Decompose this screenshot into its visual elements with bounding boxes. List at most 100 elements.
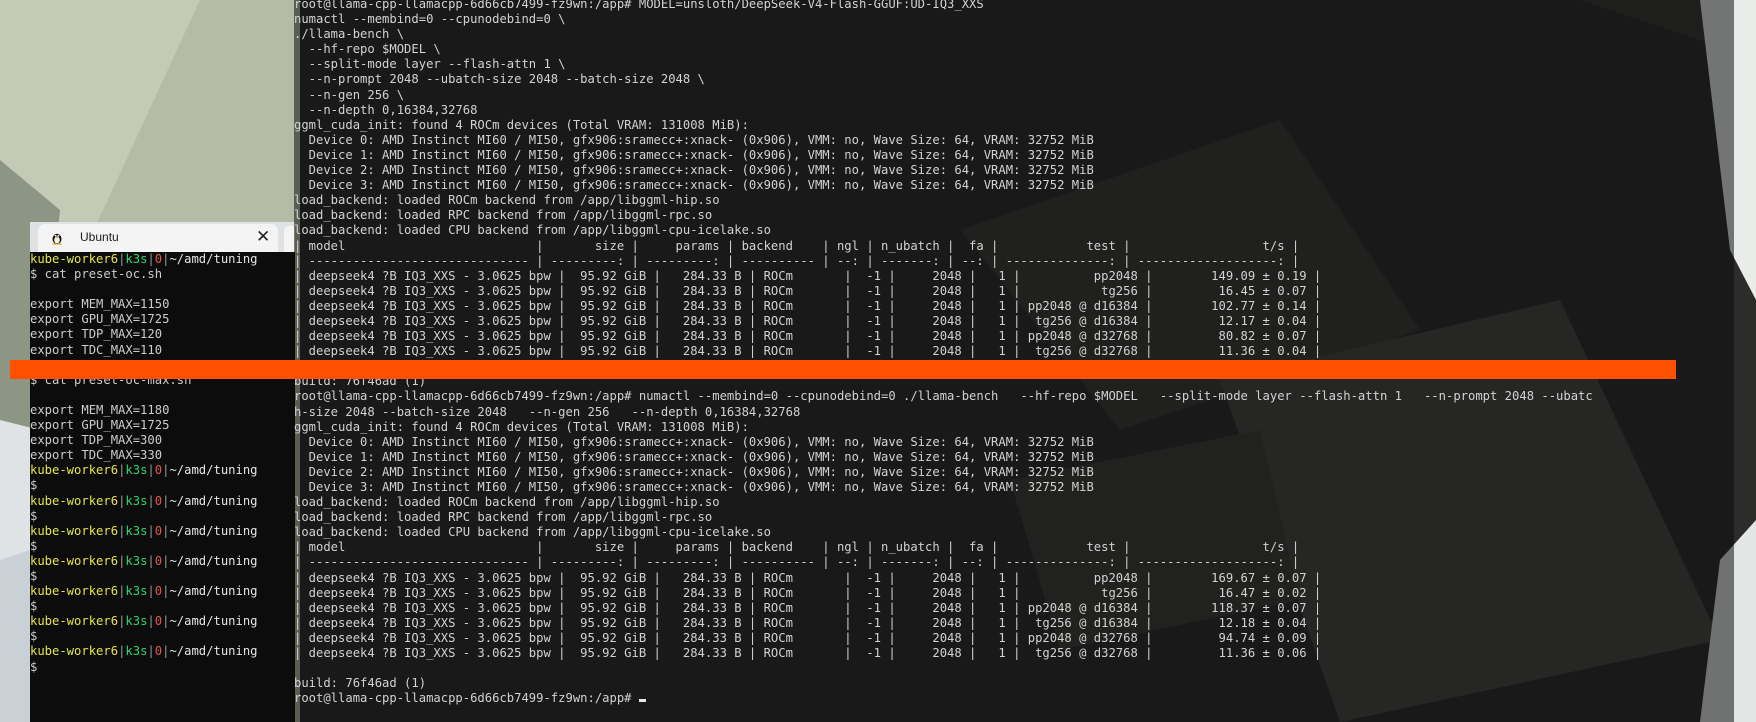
terminal-line: | deepseek4 ?B IQ3_XXS - 3.0625 bpw | 95… <box>294 631 1734 646</box>
prompt-k3s-context: k3s <box>125 584 148 599</box>
terminal-line-text: build: 76f46ad (1) <box>294 676 427 691</box>
terminal-line-text: | deepseek4 ?B IQ3_XXS - 3.0625 bpw | 95… <box>294 570 1322 585</box>
prompt-path: ~/amd/tuning <box>169 252 258 266</box>
terminal-line-text: | deepseek4 ?B IQ3_XXS - 3.0625 bpw | 95… <box>294 313 1322 328</box>
terminal-line: | deepseek4 ?B IQ3_XXS - 3.0625 bpw | 95… <box>294 299 1734 314</box>
terminal-line: $ <box>30 508 38 523</box>
terminal-line-text: Device 1: AMD Instinct MI60 / MI50, gfx9… <box>294 147 1094 162</box>
terminal-line-text: h-size 2048 --batch-size 2048 --n-gen 25… <box>294 404 801 419</box>
terminal-line: root@llama-cpp-llamacpp-6d66cb7499-fz9wn… <box>294 691 1734 706</box>
prompt-path: ~/amd/tuning <box>169 584 258 599</box>
terminal-line-text: Device 0: AMD Instinct MI60 / MI50, gfx9… <box>294 132 1094 147</box>
main-terminal-output[interactable]: root@llama-cpp-llamacpp-6d66cb7499-fz9wn… <box>294 0 1734 706</box>
shell-prompt-line: kube-worker6|k3s|0|~/amd/tuning <box>30 252 295 267</box>
terminal-line: build: 76f46ad (1) <box>294 676 1734 691</box>
terminal-line-text: Device 1: AMD Instinct MI60 / MI50, gfx9… <box>294 449 1094 464</box>
prompt-host: kube-worker6 <box>30 553 119 568</box>
terminal-line: Device 3: AMD Instinct MI60 / MI50, gfx9… <box>294 480 1734 495</box>
terminal-line: | deepseek4 ?B IQ3_XXS - 3.0625 bpw | 95… <box>294 329 1734 344</box>
terminal-line-text: root@llama-cpp-llamacpp-6d66cb7499-fz9wn… <box>294 389 1593 404</box>
close-icon[interactable]: ✕ <box>256 227 270 247</box>
terminal-line-text: load_backend: loaded RPC backend from /a… <box>294 208 713 223</box>
prompt-k3s-context: k3s <box>125 614 148 629</box>
terminal-line-text: --n-depth 0,16384,32768 <box>294 102 478 117</box>
terminal-line: Device 1: AMD Instinct MI60 / MI50, gfx9… <box>294 148 1734 163</box>
terminal-line: | ------------------------------ | -----… <box>294 254 1734 269</box>
terminal-line-text: | deepseek4 ?B IQ3_XXS - 3.0625 bpw | 95… <box>294 600 1322 615</box>
terminal-line-text: --n-prompt 2048 --ubatch-size 2048 --bat… <box>294 72 705 87</box>
terminal-line-text: root@llama-cpp-llamacpp-6d66cb7499-fz9wn… <box>294 0 984 11</box>
prompt-index: 0 <box>154 463 163 478</box>
terminal-line: | deepseek4 ?B IQ3_XXS - 3.0625 bpw | 95… <box>294 269 1734 284</box>
terminal-line: | deepseek4 ?B IQ3_XXS - 3.0625 bpw | 95… <box>294 571 1734 586</box>
terminal-line: ./llama-bench \ <box>294 27 1734 42</box>
terminal-line-text: Device 2: AMD Instinct MI60 / MI50, gfx9… <box>294 163 1094 178</box>
terminal-line-text: | deepseek4 ?B IQ3_XXS - 3.0625 bpw | 95… <box>294 585 1322 600</box>
redaction-bar <box>10 360 1676 379</box>
linux-tux-icon <box>52 233 62 245</box>
terminal-line-text: ggml_cuda_init: found 4 ROCm devices (To… <box>294 117 749 132</box>
prompt-path: ~/amd/tuning <box>169 463 258 478</box>
terminal-line: ggml_cuda_init: found 4 ROCm devices (To… <box>294 118 1734 133</box>
tab-ubuntu[interactable]: Ubuntu ✕ <box>38 224 278 252</box>
prompt-k3s-context: k3s <box>125 644 148 659</box>
terminal-line-text: | model | size | params | backend | ngl … <box>294 540 1300 555</box>
terminal-line-text: | deepseek4 ?B IQ3_XXS - 3.0625 bpw | 95… <box>294 268 1322 283</box>
terminal-line: export TDP_MAX=120 <box>30 327 163 342</box>
prompt-path: ~/amd/tuning <box>169 644 258 659</box>
terminal-line: export GPU_MAX=1725 <box>30 418 170 433</box>
terminal-line-text: | deepseek4 ?B IQ3_XXS - 3.0625 bpw | 95… <box>294 298 1322 313</box>
terminal-line: $ <box>30 538 38 553</box>
terminal-line-text: --split-mode layer --flash-attn 1 \ <box>294 57 566 72</box>
terminal-line: Device 0: AMD Instinct MI60 / MI50, gfx9… <box>294 435 1734 450</box>
terminal-line-text: | deepseek4 ?B IQ3_XXS - 3.0625 bpw | 95… <box>294 630 1322 645</box>
prompt-separator: | <box>147 644 155 659</box>
prompt-host: kube-worker6 <box>30 493 119 508</box>
shell-prompt-line: kube-worker6|k3s|0|~/amd/tuning <box>30 614 295 629</box>
shell-prompt-line: kube-worker6|k3s|0|~/amd/tuning <box>30 463 295 478</box>
prompt-index: 0 <box>154 584 163 599</box>
prompt-host: kube-worker6 <box>30 252 119 266</box>
ubuntu-terminal-window[interactable]: Ubuntu ✕ kube-worker6|k3s|0|~/amd/tuning… <box>30 222 295 722</box>
terminal-line-text: load_backend: loaded ROCm backend from /… <box>294 193 720 208</box>
prompt-index: 0 <box>154 252 163 266</box>
terminal-line: | deepseek4 ?B IQ3_XXS - 3.0625 bpw | 95… <box>294 314 1734 329</box>
shell-prompt-line: kube-worker6|k3s|0|~/amd/tuning <box>30 554 295 569</box>
terminal-line: | model | size | params | backend | ngl … <box>294 540 1734 555</box>
terminal-line-text: --n-gen 256 \ <box>294 87 405 102</box>
terminal-line-text: numactl --membind=0 --cpunodebind=0 \ <box>294 12 566 27</box>
terminal-line: | deepseek4 ?B IQ3_XXS - 3.0625 bpw | 95… <box>294 646 1734 661</box>
prompt-index: 0 <box>154 614 163 629</box>
terminal-line: | deepseek4 ?B IQ3_XXS - 3.0625 bpw | 95… <box>294 601 1734 616</box>
terminal-line-text: Device 0: AMD Instinct MI60 / MI50, gfx9… <box>294 434 1094 449</box>
prompt-k3s-context: k3s <box>125 523 148 538</box>
prompt-path: ~/amd/tuning <box>169 523 258 538</box>
prompt-separator: | <box>147 584 155 599</box>
terminal-line-text: | deepseek4 ?B IQ3_XXS - 3.0625 bpw | 95… <box>294 615 1322 630</box>
terminal-line-text: Device 3: AMD Instinct MI60 / MI50, gfx9… <box>294 480 1094 494</box>
prompt-path: ~/amd/tuning <box>169 553 258 568</box>
shell-prompt-line: kube-worker6|k3s|0|~/amd/tuning <box>30 494 295 509</box>
terminal-line: export MEM_MAX=1150 <box>30 297 170 312</box>
terminal-line: --n-depth 0,16384,32768 <box>294 103 1734 118</box>
terminal-line: | deepseek4 ?B IQ3_XXS - 3.0625 bpw | 95… <box>294 284 1734 299</box>
prompt-k3s-context: k3s <box>125 463 148 478</box>
terminal-line: $ <box>30 659 38 674</box>
shell-prompt-line: kube-worker6|k3s|0|~/amd/tuning <box>30 644 295 659</box>
terminal-line: root@llama-cpp-llamacpp-6d66cb7499-fz9wn… <box>294 389 1734 404</box>
prompt-separator: | <box>147 463 155 478</box>
terminal-line: | deepseek4 ?B IQ3_XXS - 3.0625 bpw | 95… <box>294 616 1734 631</box>
terminal-line: Device 2: AMD Instinct MI60 / MI50, gfx9… <box>294 163 1734 178</box>
prompt-index: 0 <box>154 553 163 568</box>
terminal-line-text: | model | size | params | backend | ngl … <box>294 238 1300 253</box>
terminal-line: load_backend: loaded RPC backend from /a… <box>294 208 1734 223</box>
prompt-host: kube-worker6 <box>30 523 119 538</box>
terminal-line: numactl --membind=0 --cpunodebind=0 \ <box>294 12 1734 27</box>
left-terminal-output[interactable]: kube-worker6|k3s|0|~/amd/tuning $ cat pre… <box>30 252 295 722</box>
prompt-separator: | <box>147 493 155 508</box>
text-cursor <box>638 699 646 703</box>
shell-prompt-line: kube-worker6|k3s|0|~/amd/tuning <box>30 524 295 539</box>
prompt-separator: | <box>147 523 155 538</box>
